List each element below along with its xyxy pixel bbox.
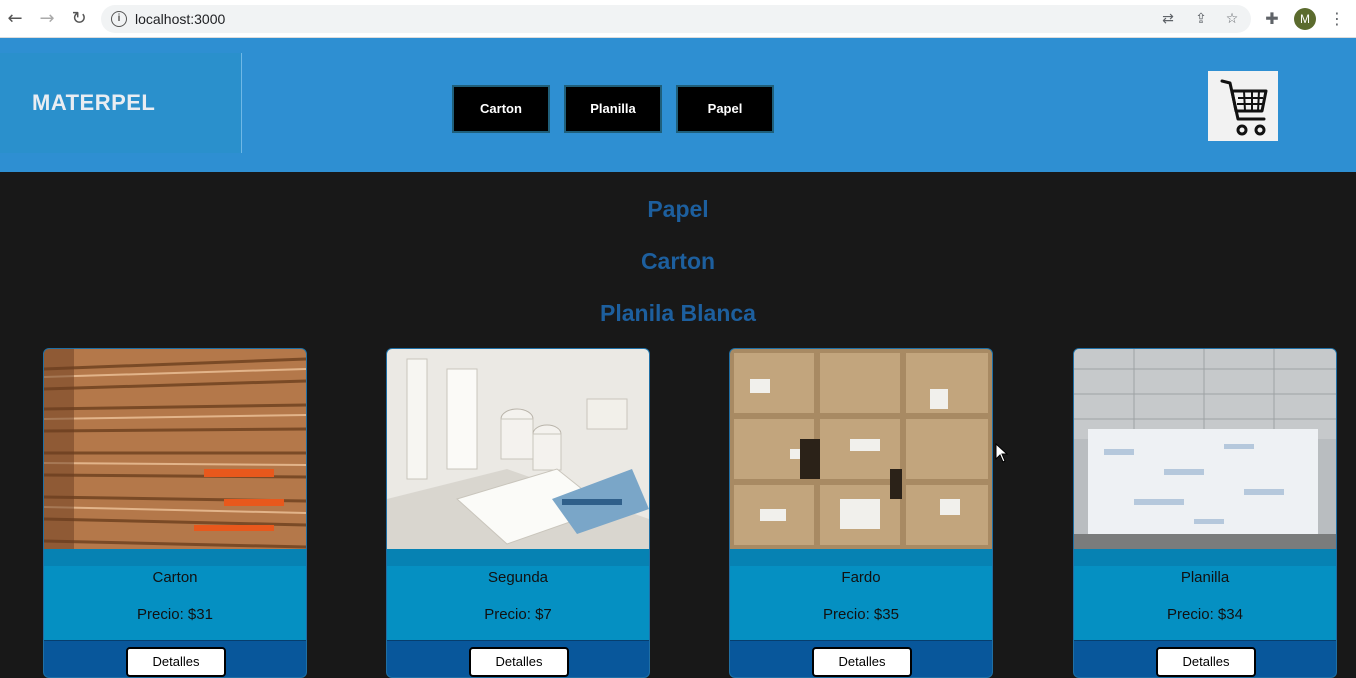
product-name: Carton — [152, 569, 198, 586]
details-button[interactable]: Detalles — [812, 647, 912, 677]
mouse-cursor-icon — [995, 443, 1009, 463]
planilla-image — [1074, 349, 1336, 549]
share-icon[interactable]: ⇪ — [1192, 10, 1210, 28]
nav-button-carton[interactable]: Carton — [452, 85, 550, 133]
product-name: Planilla — [1180, 569, 1230, 586]
card-strip — [44, 549, 306, 566]
shopping-cart-icon — [1220, 79, 1268, 136]
address-bar[interactable]: i localhost:3000 ⇄ ⇪ ☆ — [101, 5, 1251, 33]
url-text[interactable]: localhost:3000 — [135, 11, 225, 27]
product-price: Precio: $34 — [1167, 606, 1243, 623]
heading-planila-blanca: Planila Blanca — [600, 300, 756, 326]
product-name: Segunda — [487, 569, 549, 586]
details-button[interactable]: Detalles — [1156, 647, 1256, 677]
translate-icon[interactable]: ⇄ — [1159, 10, 1177, 28]
heading-papel: Papel — [647, 196, 709, 222]
browser-toolbar: ← → ↻ i localhost:3000 ⇄ ⇪ ☆ ✚ M ⋮ — [0, 0, 1356, 38]
product-card-planilla: Planilla Precio: $34 Detalles — [1073, 348, 1337, 678]
product-card-carton: Carton Precio: $31 Detalles — [43, 348, 307, 678]
bookmark-star-icon[interactable]: ☆ — [1223, 10, 1241, 28]
segunda-image — [387, 349, 649, 549]
card-footer: Detalles — [1074, 640, 1336, 677]
forward-arrow-icon[interactable]: → — [37, 9, 57, 29]
fardo-image — [730, 349, 992, 549]
carton-image — [44, 349, 306, 549]
nav-button-papel[interactable]: Papel — [676, 85, 774, 133]
extensions-puzzle-icon[interactable]: ✚ — [1262, 9, 1282, 29]
profile-avatar[interactable]: M — [1294, 8, 1316, 30]
card-strip — [387, 549, 649, 566]
heading-carton: Carton — [640, 248, 716, 274]
nav-button-planilla[interactable]: Planilla — [564, 85, 662, 133]
card-footer: Detalles — [730, 640, 992, 677]
back-arrow-icon[interactable]: ← — [5, 9, 25, 29]
card-strip — [1074, 549, 1336, 566]
site-header: MATERPEL Carton Planilla Papel — [0, 38, 1356, 172]
product-price: Precio: $7 — [484, 606, 552, 623]
card-footer: Detalles — [387, 640, 649, 677]
product-price: Precio: $31 — [137, 606, 213, 623]
details-button[interactable]: Detalles — [469, 647, 569, 677]
product-card-fardo: Fardo Precio: $35 Detalles — [729, 348, 993, 678]
product-name: Fardo — [841, 569, 881, 586]
browser-menu-icon[interactable]: ⋮ — [1327, 9, 1347, 29]
logo[interactable]: MATERPEL — [0, 53, 242, 153]
card-strip — [730, 549, 992, 566]
product-card-segunda: Segunda Precio: $7 Detalles — [386, 348, 650, 678]
reload-icon[interactable]: ↻ — [69, 9, 89, 29]
details-button[interactable]: Detalles — [126, 647, 226, 677]
card-footer: Detalles — [44, 640, 306, 677]
logo-text: MATERPEL — [32, 90, 156, 115]
cart-button[interactable] — [1208, 71, 1278, 141]
product-price: Precio: $35 — [823, 606, 899, 623]
site-info-icon[interactable]: i — [111, 11, 127, 27]
